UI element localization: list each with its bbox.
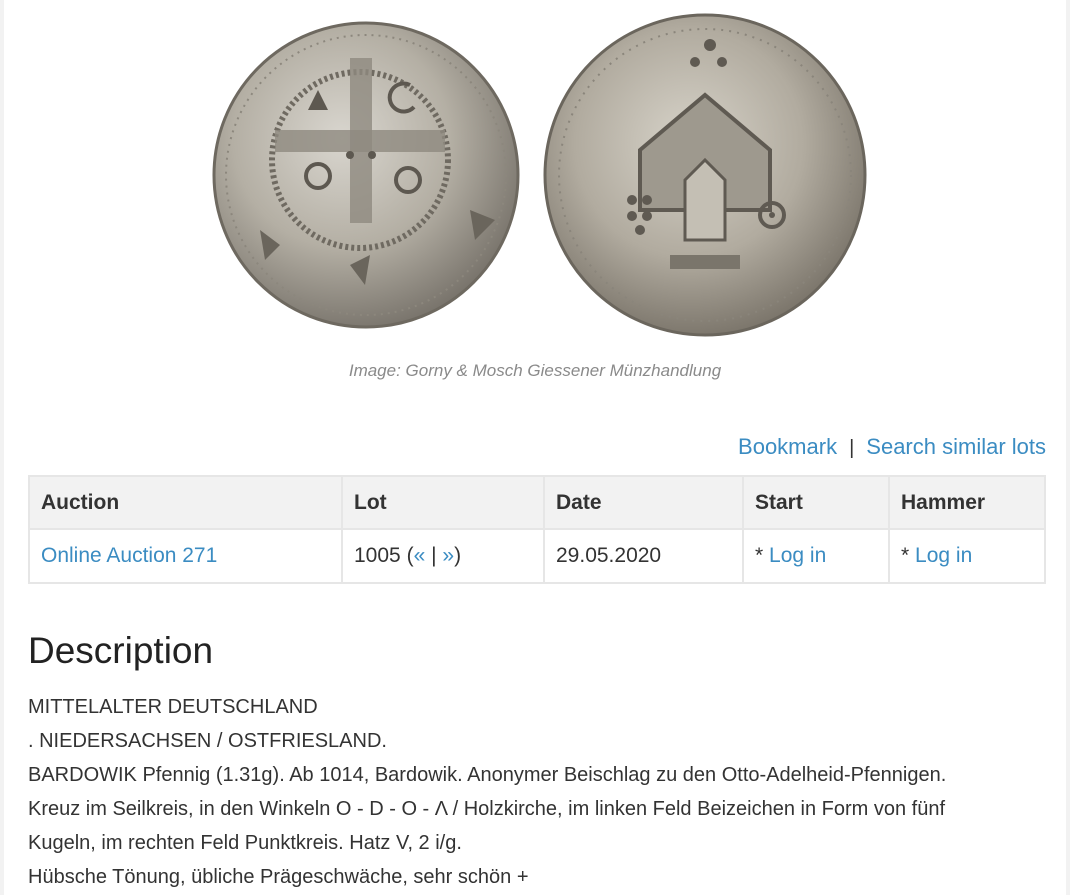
lot-nav-separator: | — [431, 544, 437, 567]
left-page-edge — [0, 0, 4, 895]
description-heading: Description — [28, 630, 214, 671]
cell-auction: Online Auction 271 — [28, 528, 343, 584]
header-date: Date — [543, 475, 744, 530]
hammer-asterisk: * — [901, 544, 910, 567]
description-line: BARDOWIK Pfennig (1.31g). Ab 1014, Bardo… — [28, 764, 947, 786]
description-text: MITTELALTER DEUTSCHLAND . NIEDERSACHSEN … — [28, 690, 1058, 894]
start-login-link[interactable]: Log in — [769, 544, 826, 567]
coin-image-svg — [212, 13, 867, 337]
description-line: . NIEDERSACHSEN / OSTFRIESLAND. — [28, 730, 387, 752]
description-line: Kugeln, im rechten Feld Punktkreis. Hatz… — [28, 832, 462, 854]
coin-image[interactable] — [200, 0, 870, 345]
lot-number: 1005 — [354, 544, 401, 567]
description-line: Kreuz im Seilkreis, in den Winkeln O - D… — [28, 798, 946, 820]
cell-hammer: * Log in — [888, 528, 1046, 584]
description-line: MITTELALTER DEUTSCHLAND — [28, 696, 318, 718]
table-header-row: Auction Lot Date Start Hammer — [28, 475, 1046, 530]
cell-date: 29.05.2020 — [543, 528, 744, 584]
coin-obverse — [212, 21, 520, 329]
action-separator: | — [849, 437, 855, 459]
previous-lot-link[interactable]: « — [414, 544, 426, 567]
next-lot-link[interactable]: » — [442, 544, 454, 567]
search-similar-lots-link[interactable]: Search similar lots — [866, 434, 1046, 459]
description-line: Hübsche Tönung, übliche Prägeschwäche, s… — [28, 866, 529, 888]
header-auction: Auction — [28, 475, 343, 530]
lot-actions: Bookmark | Search similar lots — [738, 434, 1046, 460]
hammer-login-link[interactable]: Log in — [915, 544, 972, 567]
header-start: Start — [742, 475, 890, 530]
cell-lot: 1005 (« | ») — [341, 528, 545, 584]
start-asterisk: * — [755, 544, 764, 567]
bookmark-link[interactable]: Bookmark — [738, 434, 837, 459]
auction-link[interactable]: Online Auction 271 — [41, 544, 217, 567]
header-hammer: Hammer — [888, 475, 1046, 530]
lot-paren-close: ) — [454, 544, 462, 567]
lot-paren-open: ( — [406, 544, 414, 567]
image-caption: Image: Gorny & Mosch Giessener Münzhandl… — [348, 361, 722, 380]
lot-info-table: Auction Lot Date Start Hammer Online Auc… — [28, 475, 1046, 584]
right-page-edge — [1066, 0, 1070, 895]
coin-reverse — [543, 13, 867, 337]
header-lot: Lot — [341, 475, 545, 530]
table-row: Online Auction 271 1005 (« | ») 29.05.20… — [28, 528, 1046, 584]
cell-start: * Log in — [742, 528, 890, 584]
